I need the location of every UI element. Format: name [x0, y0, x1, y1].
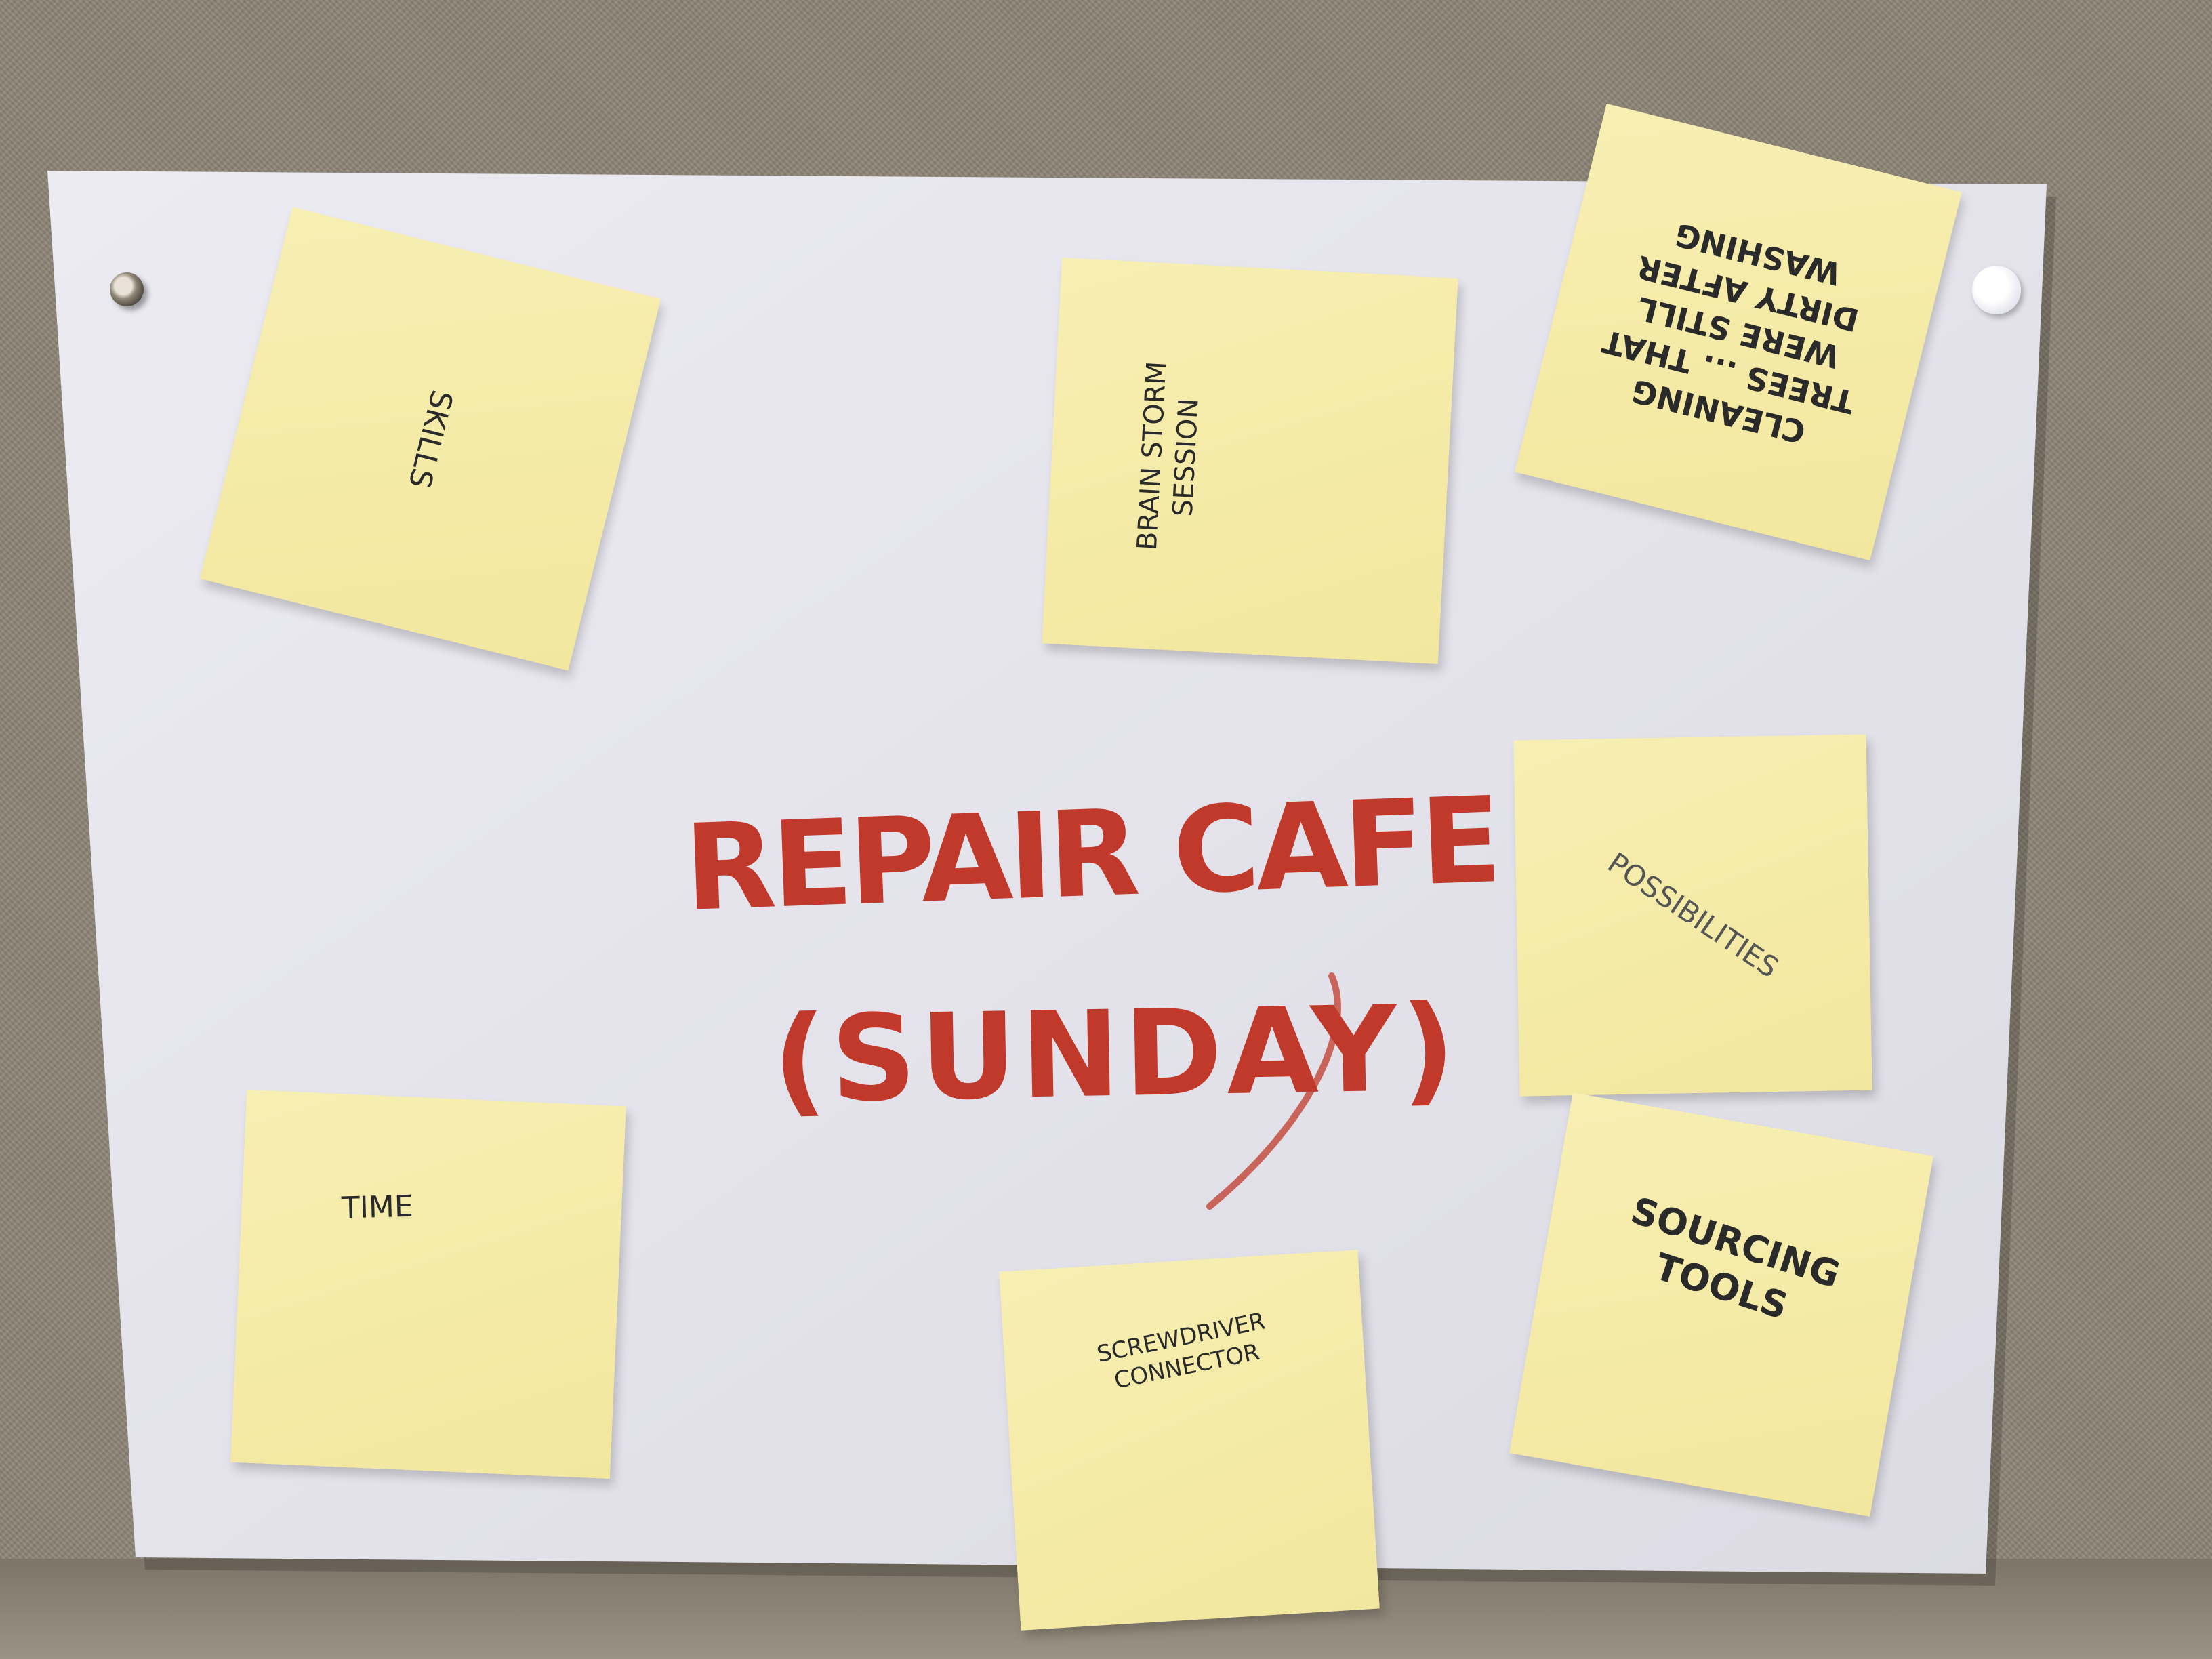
corkboard-wall: SKILLS BRAIN STORM SESSION CLEANING TREE…: [0, 0, 2212, 1659]
marker-stroke-decoration: [1206, 972, 1341, 1210]
